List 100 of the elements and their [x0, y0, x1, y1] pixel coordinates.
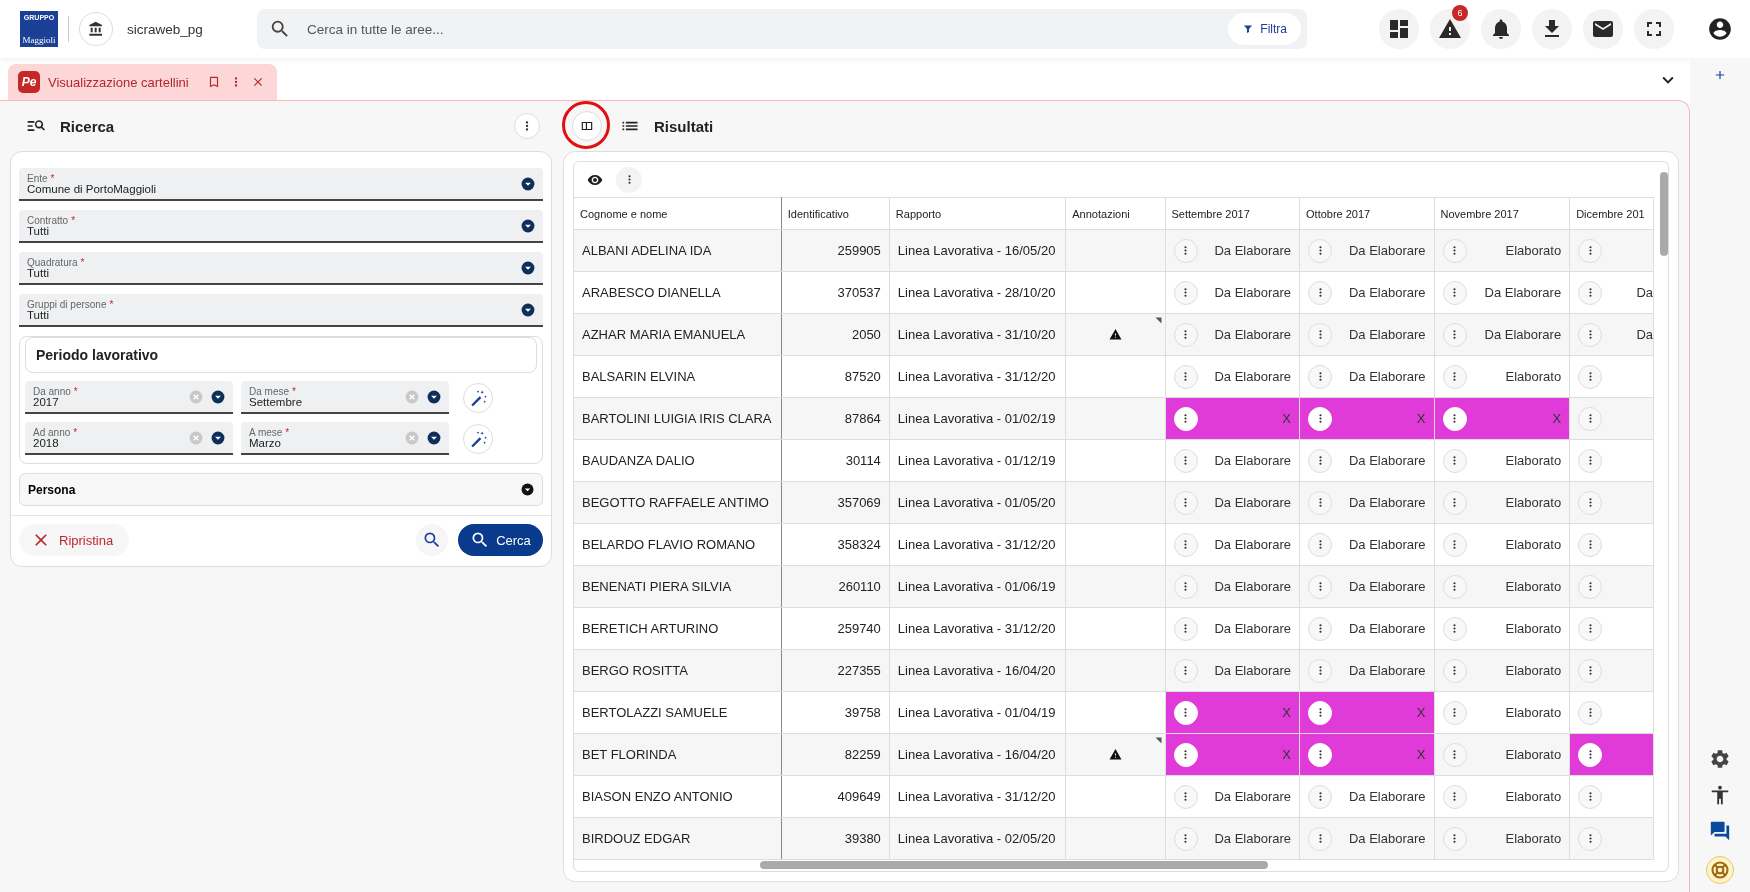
table-row[interactable]: BALSARIN ELVINA 87520 Linea Lavorativa - 31/12/20 Da Elaborare Da Elaborare Elaborato: [574, 355, 1654, 398]
cell-menu-button[interactable]: [1308, 322, 1332, 347]
cell-menu-button[interactable]: [1173, 784, 1198, 809]
mail-button[interactable]: [1583, 9, 1623, 49]
cell-menu-button[interactable]: [1578, 784, 1603, 809]
cell-menu-button[interactable]: [1578, 658, 1603, 683]
cell-menu-button[interactable]: [1173, 490, 1198, 515]
scrollbar-thumb[interactable]: [760, 861, 1268, 869]
table-row[interactable]: ARABESCO DIANELLA 370537 Linea Lavorativa - 28/10/20 Da Elaborare Da Elaborare Da Elaborare Da: [574, 271, 1654, 314]
table-row[interactable]: BIASON ENZO ANTONIO 409649 Linea Lavorativa - 31/12/20 Da Elaborare Da Elaborare Elaborato: [574, 775, 1654, 818]
cell-menu-button[interactable]: [1173, 574, 1198, 599]
tab[interactable]: Pe Visualizzazione cartellini: [8, 64, 277, 100]
cell-menu-button[interactable]: [1442, 574, 1467, 599]
dropdown-field[interactable]: Contratto * Tutti: [19, 210, 543, 243]
cell-menu-button[interactable]: [1442, 322, 1467, 347]
cell-menu-button[interactable]: [1442, 700, 1467, 725]
cell-menu-button[interactable]: [1578, 574, 1603, 599]
cell-menu-button[interactable]: [1578, 616, 1603, 641]
cell-menu-button[interactable]: [1173, 322, 1198, 347]
account-button[interactable]: [1707, 16, 1733, 42]
cell-menu-button[interactable]: [1442, 448, 1467, 473]
dropdown-field[interactable]: Da mese * Settembre: [241, 381, 449, 414]
column-header[interactable]: Rapporto: [889, 197, 1066, 230]
organization-button[interactable]: [79, 12, 113, 46]
search-field[interactable]: Cerca in tutte le aree... Filtra: [257, 9, 1307, 49]
add-button[interactable]: [1713, 68, 1727, 82]
table-row[interactable]: BET FLORINDA 82259 Linea Lavorativa - 16/04/20 X X Elaborato: [574, 733, 1654, 776]
advanced-search-button[interactable]: [416, 524, 448, 556]
dropdown-field[interactable]: Ad anno * 2018: [25, 422, 233, 455]
dropdown-field[interactable]: Quadratura * Tutti: [19, 252, 543, 285]
cell-menu-button[interactable]: [1173, 364, 1198, 389]
column-header[interactable]: Settembre 2017: [1165, 197, 1300, 230]
column-header[interactable]: Ottobre 2017: [1299, 197, 1435, 230]
cell-menu-button[interactable]: [1308, 532, 1332, 557]
cell-menu-button[interactable]: [1578, 322, 1603, 347]
table-row[interactable]: BERETICH ARTURINO 259740 Linea Lavorativa - 31/12/20 Da Elaborare Da Elaborare Elaborato: [574, 607, 1654, 650]
cell-menu-button[interactable]: [1578, 532, 1603, 557]
cell-menu-button[interactable]: [1308, 574, 1332, 599]
cell-menu-button[interactable]: [1578, 406, 1603, 431]
auto-fill-button[interactable]: [463, 382, 493, 413]
dropdown-field[interactable]: Gruppi di persone * Tutti: [19, 294, 543, 327]
reset-button[interactable]: Ripristina: [19, 524, 130, 556]
download-button[interactable]: [1532, 9, 1572, 49]
cell-menu-button[interactable]: [1173, 238, 1198, 263]
cell-menu-button[interactable]: [1578, 280, 1603, 305]
search-button[interactable]: Cerca: [458, 524, 543, 556]
cell-menu-button[interactable]: [1308, 616, 1332, 641]
cell-menu-button[interactable]: [1442, 238, 1467, 263]
cell-menu-button[interactable]: [1308, 784, 1332, 809]
cell-menu-button[interactable]: [1173, 448, 1198, 473]
cell-menu-button[interactable]: [1442, 280, 1467, 305]
cell-menu-button[interactable]: [1442, 364, 1467, 389]
table-row[interactable]: BELARDO FLAVIO ROMANO 358324 Linea Lavorativa - 31/12/20 Da Elaborare Da Elaborare Elaborato: [574, 523, 1654, 566]
column-header[interactable]: Dicembre 201: [1569, 197, 1654, 230]
notifications-button[interactable]: [1481, 9, 1521, 49]
dropdown-field[interactable]: Ente * Comune di PortoMaggioli: [19, 168, 543, 201]
column-header[interactable]: Novembre 2017: [1434, 197, 1570, 230]
fullscreen-button[interactable]: [1634, 9, 1674, 49]
column-header[interactable]: Cognome e nome: [574, 197, 782, 230]
dropdown-field[interactable]: A mese * Marzo: [241, 422, 449, 455]
cell-menu-button[interactable]: [1308, 364, 1332, 389]
cell-menu-button[interactable]: [1173, 532, 1198, 557]
help-button[interactable]: [1706, 856, 1734, 884]
scrollbar-thumb[interactable]: [1660, 172, 1668, 256]
cell-menu-button[interactable]: [1442, 616, 1467, 641]
cell-menu-button[interactable]: [1578, 364, 1603, 389]
cell-menu-button[interactable]: [1173, 658, 1198, 683]
cell-menu-button[interactable]: [1308, 448, 1332, 473]
table-row[interactable]: BERTOLAZZI SAMUELE 39758 Linea Lavorativa - 01/04/19 X X Elaborato: [574, 691, 1654, 734]
cell-menu-button[interactable]: [1308, 238, 1332, 263]
cell-menu-button[interactable]: [1578, 826, 1603, 851]
cell-menu-button[interactable]: [1442, 742, 1467, 767]
cell-menu-button[interactable]: [1578, 490, 1603, 515]
more-button[interactable]: [514, 113, 540, 139]
table-row[interactable]: BARTOLINI LUIGIA IRIS CLARA 87864 Linea Lavorativa - 01/02/19 X X X: [574, 397, 1654, 440]
table-row[interactable]: BEGOTTO RAFFAELE ANTIMO 357069 Linea Lavorativa - 01/05/20 Da Elaborare Da Elaborare Elaborato: [574, 481, 1654, 524]
cell-menu-button[interactable]: [1173, 280, 1198, 305]
panel-toggle-button[interactable]: [572, 111, 602, 141]
cell-menu-button[interactable]: [1308, 280, 1332, 305]
cell-menu-button[interactable]: [1442, 658, 1467, 683]
table-row[interactable]: ALBANI ADELINA IDA 259905 Linea Lavorativa - 16/05/20 Da Elaborare Da Elaborare Elaborato: [574, 229, 1654, 272]
cell-menu-button[interactable]: [1173, 826, 1198, 851]
table-row[interactable]: BERGO ROSITTA 227355 Linea Lavorativa - 16/04/20 Da Elaborare Da Elaborare Elaborato: [574, 649, 1654, 692]
table-row[interactable]: AZHAR MARIA EMANUELA 2050 Linea Lavorativa - 31/10/20 Da Elaborare Da Elaborare Da Elaborare Da: [574, 313, 1654, 356]
cell-menu-button[interactable]: [1442, 784, 1467, 809]
cell-menu-button[interactable]: [1308, 658, 1332, 683]
auto-fill-button[interactable]: [463, 423, 493, 454]
persona-dropdown[interactable]: Persona: [19, 473, 543, 506]
column-header[interactable]: Annotazioni: [1065, 197, 1165, 230]
filter-button[interactable]: Filtra: [1228, 13, 1301, 45]
table-row[interactable]: BIRDOUZ EDGAR 39380 Linea Lavorativa - 02/05/20 Da Elaborare Da Elaborare Elaborato: [574, 817, 1654, 860]
chat-button[interactable]: [1709, 820, 1731, 842]
settings-button[interactable]: [1709, 748, 1731, 770]
more-button[interactable]: [616, 166, 642, 193]
cell-menu-button[interactable]: [1442, 826, 1467, 851]
column-header[interactable]: Identificativo: [781, 197, 890, 230]
cell-menu-button[interactable]: [1578, 238, 1603, 263]
cell-menu-button[interactable]: [1578, 448, 1603, 473]
cell-menu-button[interactable]: [1578, 700, 1603, 725]
table-row[interactable]: BAUDANZA DALIO 30114 Linea Lavorativa - 01/12/19 Da Elaborare Da Elaborare Elaborato: [574, 439, 1654, 482]
